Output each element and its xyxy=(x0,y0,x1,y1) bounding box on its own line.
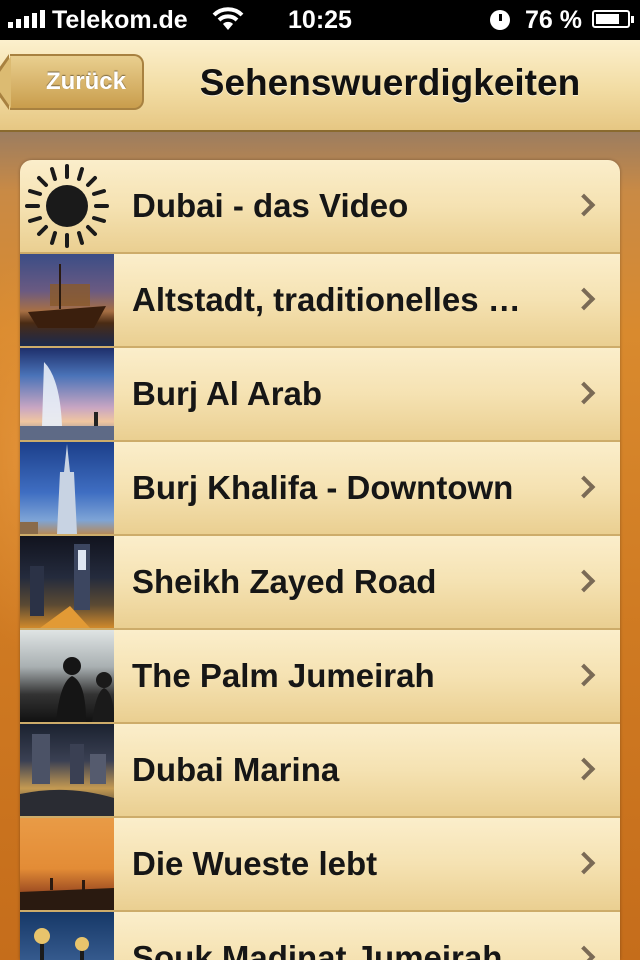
list-item-palm-jumeirah[interactable]: The Palm Jumeirah xyxy=(20,630,620,724)
chevron-right-icon xyxy=(572,945,596,960)
battery-icon xyxy=(592,10,634,28)
chevron-right-icon xyxy=(572,475,596,499)
desert-photo xyxy=(20,818,114,910)
burj-khalifa-photo xyxy=(20,442,114,534)
chevron-right-icon xyxy=(572,569,596,593)
sheikh-zayed-road-photo xyxy=(20,536,114,628)
souk-photo xyxy=(20,912,114,960)
list-item-label: Souk Madinat Jumeirah xyxy=(132,939,503,960)
list-item-souk-madinat[interactable]: Souk Madinat Jumeirah xyxy=(20,912,620,960)
chevron-right-icon xyxy=(572,851,596,875)
list-item-label: Burj Al Arab xyxy=(132,375,323,412)
back-button-label: Zurück xyxy=(45,68,126,95)
list-item-label: Sheikh Zayed Road xyxy=(132,563,437,600)
status-bar: Telekom.de 10:25 76 % xyxy=(0,0,640,40)
palm-jumeirah-photo xyxy=(20,630,114,722)
list-item-die-wueste-lebt[interactable]: Die Wueste lebt xyxy=(20,818,620,912)
dubai-marina-photo xyxy=(20,724,114,816)
list-item-altstadt[interactable]: Altstadt, traditionelles … xyxy=(20,254,620,348)
alarm-clock-icon xyxy=(490,10,510,30)
back-button[interactable]: Zurück xyxy=(10,54,144,110)
list-item-burj-khalifa[interactable]: Burj Khalifa - Downtown xyxy=(20,442,620,536)
battery-percentage: 76 % xyxy=(525,6,582,34)
list-item-dubai-marina[interactable]: Dubai Marina xyxy=(20,724,620,818)
list-item-label: Die Wueste lebt xyxy=(132,845,378,882)
list-item-sheikh-zayed-road[interactable]: Sheikh Zayed Road xyxy=(20,536,620,630)
list-item-label: Dubai - das Video xyxy=(132,187,409,224)
chevron-right-icon xyxy=(572,757,596,781)
list-item-label: Altstadt, traditionelles … xyxy=(132,281,521,318)
list-item-burj-al-arab[interactable]: Burj Al Arab xyxy=(20,348,620,442)
chevron-right-icon xyxy=(572,287,596,311)
chevron-right-icon xyxy=(572,663,596,687)
chevron-right-icon xyxy=(572,193,596,217)
dhow-boat-photo xyxy=(20,254,114,346)
page-title: Sehenswuerdigkeiten xyxy=(199,62,581,103)
sun-icon xyxy=(20,160,114,252)
list-item-label: Dubai Marina xyxy=(132,751,340,788)
list-item-label: The Palm Jumeirah xyxy=(132,657,435,694)
list-item-label: Burj Khalifa - Downtown xyxy=(132,469,514,506)
sights-list: Dubai - das Video Altstadt, traditionell… xyxy=(20,160,620,960)
list-item-dubai-video[interactable]: Dubai - das Video xyxy=(20,160,620,254)
burj-al-arab-photo xyxy=(20,348,114,440)
navigation-bar: Zurück Sehenswuerdigkeiten xyxy=(0,40,640,132)
chevron-right-icon xyxy=(572,381,596,405)
